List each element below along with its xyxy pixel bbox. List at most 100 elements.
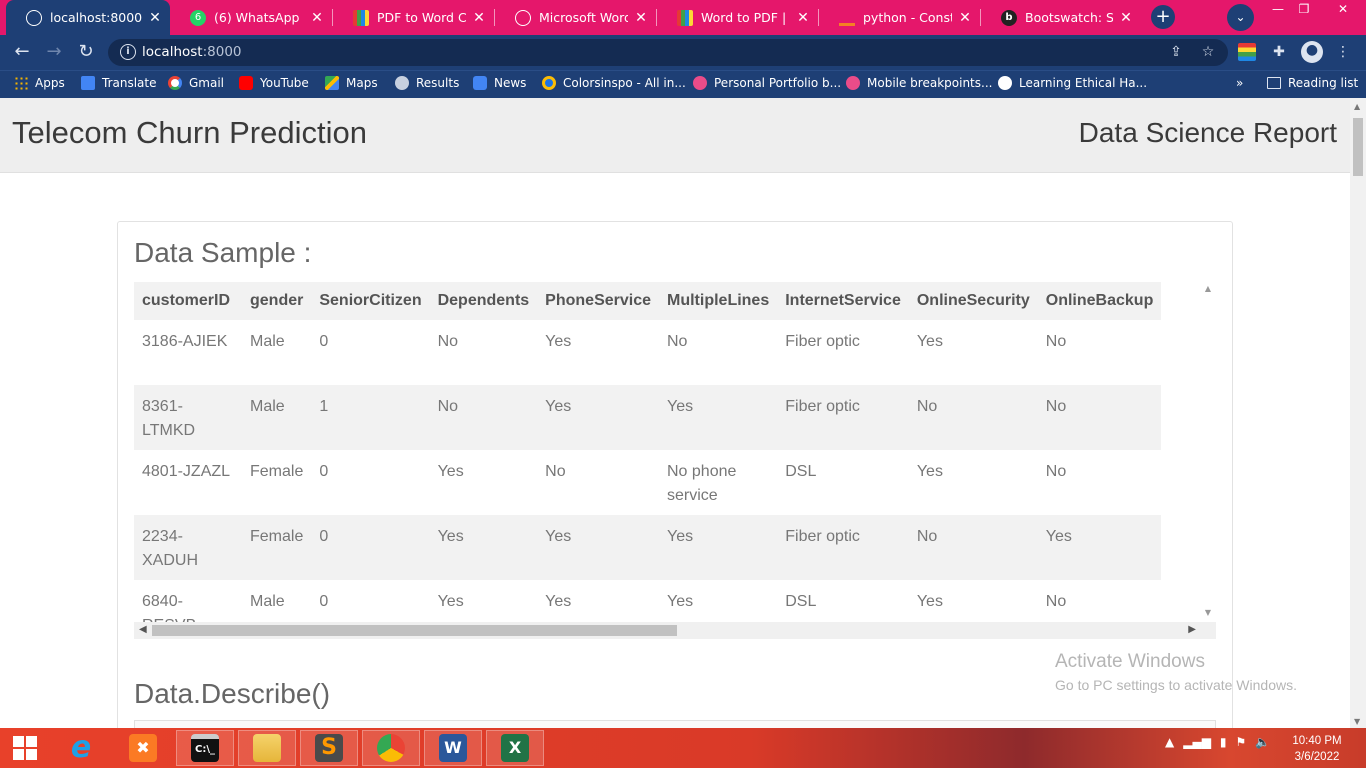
bookmark-mobile-breakpoints[interactable]: Mobile breakpoints...	[846, 76, 992, 90]
close-icon[interactable]: ✕	[472, 10, 486, 26]
scroll-left-arrow-icon[interactable]: ◀	[139, 624, 147, 635]
bookmark-results[interactable]: Results	[395, 76, 459, 90]
scroll-up-arrow-icon[interactable]: ▲	[1354, 102, 1360, 111]
bookmark-apps[interactable]: Apps	[14, 76, 65, 90]
restore-button[interactable]: ❐	[1291, 0, 1317, 20]
bookmark-youtube[interactable]: YouTube	[239, 76, 309, 90]
tab-bootswatch[interactable]: b Bootswatch: Space ✕	[981, 0, 1141, 35]
table-cell: Yes	[908, 580, 1038, 622]
apps-grid-icon	[14, 76, 28, 90]
close-icon[interactable]: ✕	[1119, 10, 1133, 26]
forward-button[interactable]: →	[42, 41, 66, 65]
close-icon[interactable]: ✕	[148, 10, 162, 26]
tab-python-stackoverflow[interactable]: python - Construc ✕	[819, 0, 980, 35]
share-icon[interactable]: ⇪	[1167, 43, 1185, 61]
tab-title: Bootswatch: Space	[1025, 10, 1113, 25]
youtube-icon	[239, 76, 253, 90]
scroll-down-arrow-icon[interactable]: ▼	[1354, 717, 1360, 726]
close-window-button[interactable]: ✕	[1326, 0, 1360, 20]
google-icon	[168, 76, 182, 90]
close-icon[interactable]: ✕	[958, 10, 972, 26]
table-cell: DSL	[777, 580, 909, 622]
table-cell: No	[908, 515, 1038, 580]
taskbar-clock[interactable]: 10:40 PM 3/6/2022	[1282, 733, 1352, 765]
table-horizontal-scrollbar[interactable]: ◀ ▶	[134, 622, 1216, 639]
bookmark-maps[interactable]: Maps	[325, 76, 378, 90]
bookmark-star-icon[interactable]: ☆	[1199, 43, 1217, 61]
back-button[interactable]: ←	[10, 41, 34, 65]
table-cell: Yes	[1037, 515, 1162, 580]
bookmark-translate[interactable]: Translate	[81, 76, 157, 90]
taskbar-internet-explorer[interactable]: e	[52, 730, 110, 766]
navbar-brand[interactable]: Telecom Churn Prediction	[12, 115, 367, 151]
bookmark-gmail[interactable]: Gmail	[168, 76, 224, 90]
network-signal-icon[interactable]: ▂▄▆	[1183, 735, 1211, 749]
taskbar-sublime-text[interactable]: S	[300, 730, 358, 766]
reading-list-button[interactable]: Reading list	[1267, 76, 1358, 90]
data-describe-title: Data.Describe()	[134, 678, 331, 709]
tab-pdf-to-word[interactable]: PDF to Word Conv ✕	[333, 0, 494, 35]
tab-title: Word to PDF | Con	[701, 10, 790, 25]
tab-title: localhost:8000	[50, 10, 142, 25]
bookmark-news[interactable]: News	[473, 76, 526, 90]
show-hidden-icons-chevron-icon[interactable]: ▲	[1165, 735, 1174, 749]
taskbar-xampp[interactable]: ✖	[114, 730, 172, 766]
clock-date: 3/6/2022	[1294, 751, 1340, 763]
tab-microsoft-word[interactable]: Microsoft Word - / ✕	[495, 0, 656, 35]
bookmark-learning-ethical-hacking[interactable]: Learning Ethical Ha...	[998, 76, 1147, 90]
data-describe-table-container[interactable]	[134, 720, 1216, 728]
more-menu-icon[interactable]: ⋮	[1334, 43, 1352, 61]
bookmark-colorsinspo[interactable]: Colorsinspo - All in...	[542, 76, 686, 90]
info-icon[interactable]: i	[120, 44, 136, 60]
taskbar-excel[interactable]: X	[486, 730, 544, 766]
new-tab-button[interactable]: +	[1151, 5, 1175, 29]
profile-avatar-icon[interactable]: ●	[1301, 41, 1323, 63]
column-header: Dependents	[429, 282, 538, 320]
tab-search-button[interactable]: ⌄	[1227, 4, 1254, 31]
table-cell: Yes	[429, 515, 538, 580]
scroll-down-arrow-icon[interactable]: ▼	[1203, 608, 1213, 618]
close-icon[interactable]: ✕	[310, 10, 324, 26]
column-header: SeniorCitizen	[311, 282, 430, 320]
taskbar-command-prompt[interactable]: C:\_	[176, 730, 234, 766]
reload-button[interactable]: ↻	[74, 41, 98, 65]
globe-icon	[26, 9, 42, 26]
horizontal-scrollbar-thumb[interactable]	[152, 625, 677, 636]
page-vertical-scrollbar[interactable]: ▲ ▼	[1350, 98, 1366, 728]
tab-whatsapp[interactable]: 6 (6) WhatsApp ✕	[170, 0, 332, 35]
tab-localhost[interactable]: localhost:8000 ✕	[6, 0, 170, 35]
data-sample-table-container[interactable]: customerID gender SeniorCitizen Dependen…	[134, 282, 1216, 622]
bookmark-personal-portfolio[interactable]: Personal Portfolio b...	[693, 76, 841, 90]
minimize-button[interactable]: —	[1265, 0, 1291, 20]
table-cell: No	[1037, 450, 1162, 515]
scroll-up-arrow-icon[interactable]: ▲	[1203, 284, 1213, 294]
start-button[interactable]	[0, 730, 50, 766]
table-cell: Yes	[659, 515, 778, 580]
taskbar-word[interactable]: W	[424, 730, 482, 766]
tab-title: (6) WhatsApp	[214, 10, 300, 25]
bookmarks-overflow-chevron-icon[interactable]: »	[1236, 76, 1243, 90]
volume-icon[interactable]: 🔈	[1255, 735, 1270, 749]
page-viewport: Telecom Churn Prediction Data Science Re…	[0, 98, 1350, 728]
table-cell: No	[429, 320, 538, 385]
system-tray: ▲ ▂▄▆ ▮ ⚑ 🔈	[1165, 735, 1270, 749]
taskbar-chrome[interactable]	[362, 730, 420, 766]
reading-list-icon	[1267, 77, 1281, 89]
flag-action-center-icon[interactable]: ⚑	[1236, 735, 1247, 749]
table-row: 6840-RESVB Male 0 Yes Yes Yes DSL Yes No	[134, 580, 1162, 622]
page-scrollbar-thumb[interactable]	[1353, 118, 1363, 176]
scroll-right-arrow-icon[interactable]: ▶	[1188, 624, 1196, 635]
close-icon[interactable]: ✕	[634, 10, 648, 26]
close-icon[interactable]: ✕	[796, 10, 810, 26]
tab-word-to-pdf[interactable]: Word to PDF | Con ✕	[657, 0, 818, 35]
clock-time: 10:40 PM	[1292, 735, 1342, 747]
address-bar[interactable]: i localhost:8000	[108, 39, 1228, 66]
extension-colorful-icon[interactable]	[1238, 43, 1256, 61]
battery-icon[interactable]: ▮	[1220, 735, 1227, 749]
extensions-puzzle-icon[interactable]: ✚	[1270, 43, 1288, 61]
navbar-right-title[interactable]: Data Science Report	[1079, 117, 1337, 149]
table-cell: Male	[242, 385, 312, 450]
table-vertical-scrollbar[interactable]: ▲ ▼	[1200, 282, 1216, 620]
taskbar-file-explorer[interactable]	[238, 730, 296, 766]
whatsapp-icon: 6	[190, 9, 206, 26]
